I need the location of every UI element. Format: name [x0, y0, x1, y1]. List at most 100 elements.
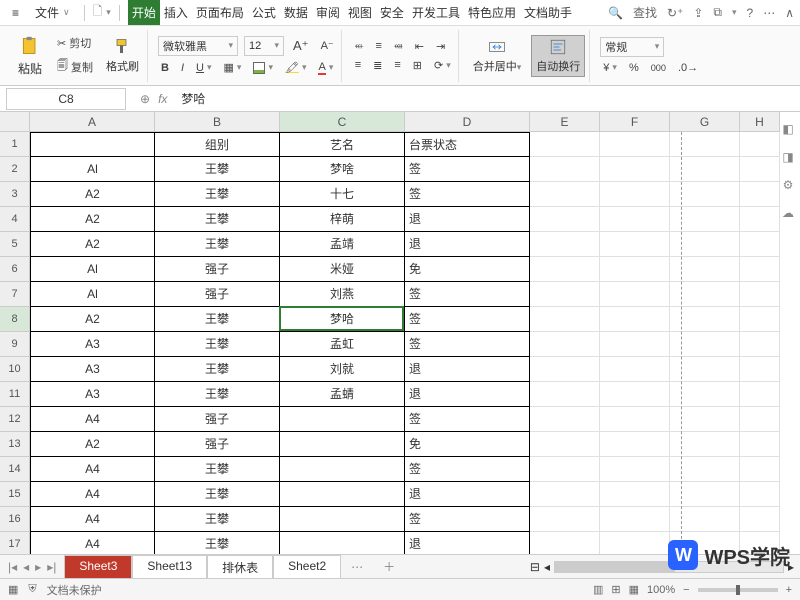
cell[interactable]: 刘就 [280, 357, 405, 382]
cell[interactable] [600, 507, 670, 532]
cell[interactable]: A3 [30, 382, 155, 407]
cell[interactable] [740, 407, 780, 432]
cell[interactable]: Al [30, 157, 155, 182]
cell[interactable]: 王攀 [155, 332, 280, 357]
percent-button[interactable]: % [626, 61, 642, 75]
row-header-8[interactable]: 8 [0, 307, 30, 332]
window-icon[interactable]: ⧉ [713, 5, 722, 20]
sheet-tab-2[interactable]: 排休表 [207, 555, 273, 578]
cell[interactable] [530, 157, 600, 182]
cell[interactable]: A2 [30, 432, 155, 457]
row-header-2[interactable]: 2 [0, 157, 30, 182]
cell[interactable] [530, 407, 600, 432]
underline-button[interactable]: U▾ [193, 61, 214, 75]
decrease-indent-button[interactable]: ⇤ [412, 39, 427, 54]
zoom-level[interactable]: 100% [647, 584, 675, 596]
sheet-last-icon[interactable]: ▸| [47, 560, 56, 574]
zoom-out-icon[interactable]: − [683, 584, 689, 596]
row-header-16[interactable]: 16 [0, 507, 30, 532]
add-sheet-icon[interactable]: ＋ [373, 558, 405, 575]
ribbon-tab-1[interactable]: 插入 [160, 0, 192, 25]
row-header-3[interactable]: 3 [0, 182, 30, 207]
cell[interactable] [530, 432, 600, 457]
formula-input[interactable]: 梦哈 [175, 88, 800, 110]
ribbon-tab-0[interactable]: 开始 [128, 0, 160, 25]
cell[interactable]: 王攀 [155, 482, 280, 507]
cell[interactable]: 梓萌 [280, 207, 405, 232]
cell[interactable] [600, 357, 670, 382]
hscroll-left-icon[interactable]: ◂ [544, 560, 550, 574]
cell[interactable] [600, 482, 670, 507]
cell[interactable]: 签 [405, 407, 530, 432]
row-header-4[interactable]: 4 [0, 207, 30, 232]
cell[interactable]: 免 [405, 432, 530, 457]
cell[interactable] [530, 232, 600, 257]
col-header-B[interactable]: B [155, 112, 280, 132]
row-header-13[interactable]: 13 [0, 432, 30, 457]
cell[interactable] [740, 482, 780, 507]
hscroll-thumb[interactable] [555, 562, 675, 572]
cell[interactable] [600, 232, 670, 257]
cell[interactable]: 签 [405, 157, 530, 182]
cell[interactable] [530, 282, 600, 307]
cell[interactable] [600, 257, 670, 282]
row-header-15[interactable]: 15 [0, 482, 30, 507]
cell[interactable] [600, 307, 670, 332]
cell[interactable]: A4 [30, 482, 155, 507]
paste-button[interactable]: 粘贴 [12, 32, 48, 79]
cell[interactable] [600, 457, 670, 482]
cell[interactable] [740, 382, 780, 407]
row-header-7[interactable]: 7 [0, 282, 30, 307]
name-box[interactable]: C8 [6, 88, 126, 110]
cell[interactable]: 王攀 [155, 457, 280, 482]
cell[interactable]: 组别 [155, 132, 280, 157]
cell[interactable] [530, 307, 600, 332]
cell-fill-button[interactable]: ▾ [250, 61, 276, 75]
cell[interactable] [600, 182, 670, 207]
share-icon[interactable]: ⇪ [693, 6, 703, 20]
cell[interactable] [600, 207, 670, 232]
cell[interactable]: 签 [405, 282, 530, 307]
format-painter-button[interactable]: 格式刷 [102, 36, 143, 76]
cell[interactable] [530, 507, 600, 532]
file-menu[interactable]: 文件∨ [29, 2, 76, 23]
view-normal-icon[interactable]: ▥ [593, 583, 603, 596]
zoom-slider[interactable] [698, 588, 778, 592]
cell[interactable] [530, 257, 600, 282]
cell[interactable]: A3 [30, 357, 155, 382]
col-header-G[interactable]: G [670, 112, 740, 132]
cell[interactable]: 孟蜻 [280, 382, 405, 407]
cell[interactable]: A4 [30, 507, 155, 532]
col-header-F[interactable]: F [600, 112, 670, 132]
cell[interactable]: 孟虹 [280, 332, 405, 357]
expand-namebox-icon[interactable]: ⊕ [140, 92, 150, 106]
cells-area[interactable]: 组别艺名台票状态Al王攀梦啥签A2王攀十七签A2王攀梓萌退A2王攀孟靖退Al强子… [30, 132, 780, 557]
highlight-button[interactable]: 🖍▾ [282, 60, 310, 75]
cell[interactable]: 退 [405, 207, 530, 232]
row-header-14[interactable]: 14 [0, 457, 30, 482]
view-grid-icon[interactable]: ▦ [629, 583, 639, 596]
cell[interactable] [740, 282, 780, 307]
sheet-first-icon[interactable]: |◂ [8, 560, 17, 574]
cell[interactable]: 签 [405, 507, 530, 532]
cell[interactable]: 强子 [155, 432, 280, 457]
menu-icon[interactable]: ≡ [6, 4, 25, 22]
ribbon-tab-3[interactable]: 公式 [248, 0, 280, 25]
row-header-6[interactable]: 6 [0, 257, 30, 282]
wrap-text-button[interactable]: 自动换行 [531, 35, 585, 77]
cell[interactable] [740, 132, 780, 157]
distribute-button[interactable]: ⊞ [410, 58, 425, 73]
cell[interactable]: 王攀 [155, 157, 280, 182]
cell[interactable] [530, 382, 600, 407]
cell[interactable]: 王攀 [155, 207, 280, 232]
cell[interactable] [740, 257, 780, 282]
save-icon[interactable]: 🗋 [93, 2, 103, 23]
collapse-icon[interactable]: ∧ [785, 6, 794, 20]
layout-icon[interactable]: ▦ [8, 583, 18, 596]
row-header-12[interactable]: 12 [0, 407, 30, 432]
sheet-next-icon[interactable]: ▸ [35, 560, 41, 574]
currency-button[interactable]: ¥▾ [600, 61, 620, 75]
cell[interactable] [280, 507, 405, 532]
cell[interactable] [600, 432, 670, 457]
cell[interactable]: 王攀 [155, 182, 280, 207]
